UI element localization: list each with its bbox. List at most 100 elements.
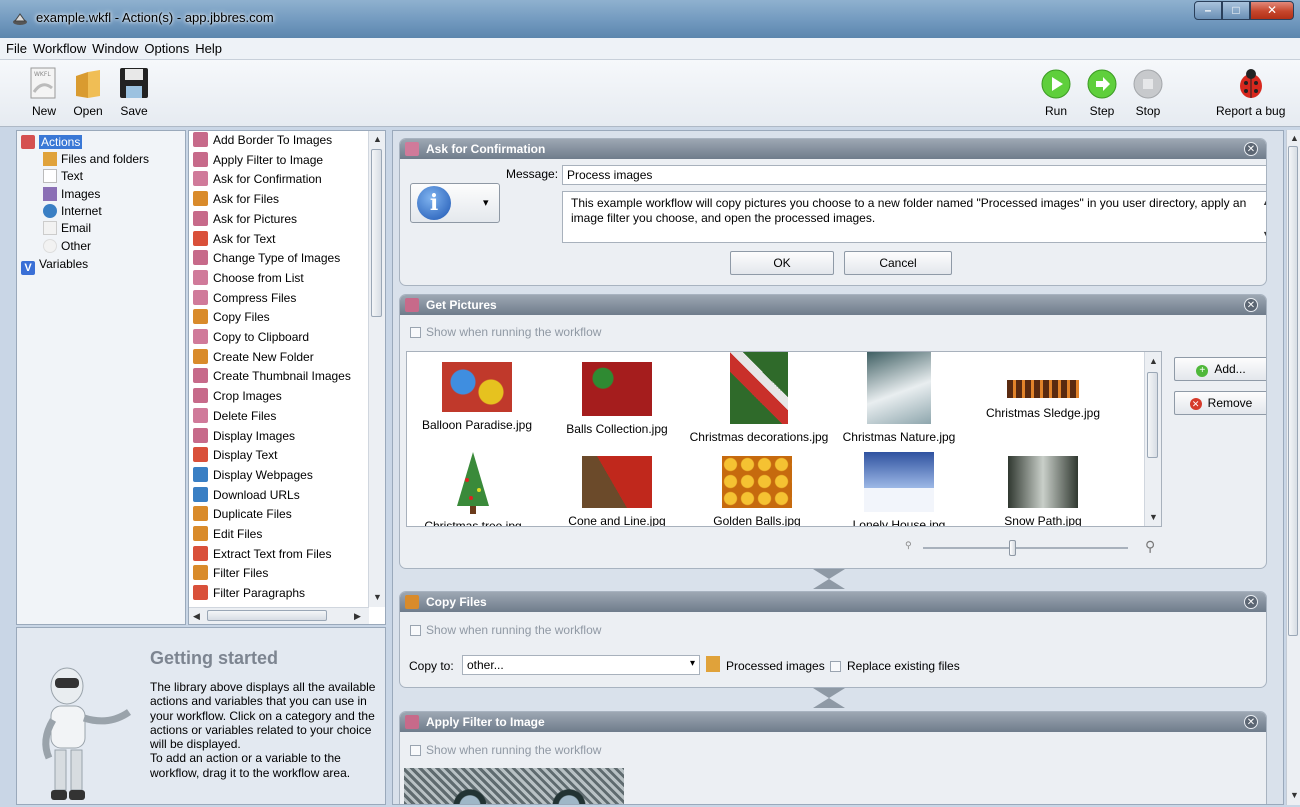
action-duplicate-files[interactable]: Duplicate Files [193,505,292,524]
picture-tile[interactable]: Balls Collection.jpg [557,362,677,436]
show-when-running-checkbox[interactable] [410,745,421,756]
picture-tile[interactable]: Christmas tree.jpg [423,450,523,526]
scroll-left-arrow-icon[interactable]: ◀ [193,611,200,622]
message-input[interactable]: Process images [562,165,1266,185]
actions-scroll-thumb[interactable] [371,149,382,317]
picture-tile[interactable]: Christmas Sledge.jpg [973,380,1113,420]
menu-options[interactable]: Options [144,41,189,56]
cancel-button[interactable]: Cancel [844,251,952,275]
open-button[interactable]: Open [72,66,104,118]
picture-tile[interactable]: Lonely House.jpg [839,452,959,526]
action-ask-for-confirmation[interactable]: Ask for Confirmation [193,170,322,189]
actions-vertical-scrollbar[interactable]: ▲ ▼ [368,131,385,607]
picture-tile[interactable]: Balloon Paradise.jpg [417,362,537,432]
category-internet[interactable]: Internet [43,203,102,220]
menu-workflow[interactable]: Workflow [33,41,86,56]
scroll-right-arrow-icon[interactable]: ▶ [354,611,361,622]
action-compress-files[interactable]: Compress Files [193,289,296,308]
message-body-textarea[interactable]: This example workflow will copy pictures… [562,191,1266,243]
stop-button[interactable]: Stop [1132,66,1164,118]
scroll-up-arrow-icon[interactable]: ▲ [1149,356,1158,366]
category-other[interactable]: Other [43,238,91,255]
remove-picture-button[interactable]: ✕ Remove [1174,391,1266,415]
workflow-scroll-thumb[interactable] [1288,146,1298,636]
scroll-up-arrow-icon[interactable]: ▲ [373,134,382,144]
minimize-button[interactable]: – [1194,1,1222,20]
run-label: Run [1044,104,1067,118]
workflow-vertical-scrollbar[interactable]: ▲ ▼ [1286,130,1300,805]
scroll-down-arrow-icon[interactable]: ▼ [373,592,382,602]
slider-thumb[interactable] [1009,540,1016,556]
other-icon [43,239,57,253]
action-extract-text-from-files[interactable]: Extract Text from Files [193,545,331,564]
textarea-scroll-up-icon[interactable]: ▲ [1262,197,1266,207]
card-header[interactable]: Copy Files ✕ [400,592,1266,612]
menu-help[interactable]: Help [195,41,222,56]
actions-horizontal-scrollbar[interactable]: ◀ ▶ [189,607,369,624]
action-download-urls[interactable]: Download URLs [193,486,300,505]
maximize-button[interactable]: □ [1222,1,1250,20]
action-filter-paragraphs[interactable]: Filter Paragraphs [193,584,305,603]
run-button[interactable]: Run [1040,66,1072,118]
show-when-running-checkbox[interactable] [410,625,421,636]
picture-tile[interactable]: Christmas Nature.jpg [839,352,959,444]
action-crop-images[interactable]: Crop Images [193,387,282,406]
action-add-border-to-images[interactable]: Add Border To Images [193,131,332,150]
card-header[interactable]: Apply Filter to Image ✕ [400,712,1266,732]
icon-picker-dropdown[interactable]: i ▾ [410,183,500,223]
menu-window[interactable]: Window [92,41,138,56]
action-change-type-of-images[interactable]: Change Type of Images [193,249,340,268]
thumbnail-size-slider[interactable]: ⚲ ⚲ [905,538,1165,556]
actions-hscroll-thumb[interactable] [207,610,327,621]
action-filter-files[interactable]: Filter Files [193,564,268,583]
textarea-scroll-down-icon[interactable]: ▼ [1262,229,1266,239]
action-ask-for-files[interactable]: Ask for Files [193,190,279,209]
remove-card-icon[interactable]: ✕ [1244,298,1258,312]
ok-button[interactable]: OK [730,251,834,275]
category-variables[interactable]: V Variables [21,256,88,275]
action-apply-filter-to-image[interactable]: Apply Filter to Image [193,151,323,170]
category-images[interactable]: Images [43,186,100,203]
window-title: example.wkfl - Action(s) - app.jbbres.co… [36,10,274,25]
action-display-text[interactable]: Display Text [193,446,277,465]
report-bug-button[interactable]: Report a bug [1216,66,1285,118]
action-ask-for-text[interactable]: Ask for Text [193,230,275,249]
remove-card-icon[interactable]: ✕ [1244,715,1258,729]
scroll-down-arrow-icon[interactable]: ▼ [1149,512,1158,522]
replace-existing-checkbox[interactable] [830,661,841,672]
category-actions[interactable]: Actions [21,134,83,151]
category-email[interactable]: Email [43,220,91,237]
remove-card-icon[interactable]: ✕ [1244,595,1258,609]
remove-card-icon[interactable]: ✕ [1244,142,1258,156]
menu-file[interactable]: File [6,41,27,56]
category-files-and-folders[interactable]: Files and folders [43,151,149,168]
action-create-new-folder[interactable]: Create New Folder [193,348,314,367]
save-button[interactable]: Save [118,66,150,118]
picture-tile[interactable]: Christmas decorations.jpg [689,352,829,444]
copy-to-select[interactable]: other... ▾ [462,655,700,675]
show-when-running-checkbox[interactable] [410,327,421,338]
picture-tile[interactable]: Cone and Line.jpg [557,456,677,526]
card-header[interactable]: Get Pictures ✕ [400,295,1266,315]
picture-tile[interactable]: Snow Path.jpg [983,456,1103,526]
action-edit-files[interactable]: Edit Files [193,525,262,544]
picture-tile[interactable]: Golden Balls.jpg [697,456,817,526]
action-ask-for-pictures[interactable]: Ask for Pictures [193,210,297,229]
pictures-vertical-scrollbar[interactable]: ▲ ▼ [1144,352,1161,526]
step-button[interactable]: Step [1086,66,1118,118]
action-copy-to-clipboard[interactable]: Copy to Clipboard [193,328,309,347]
card-header[interactable]: Ask for Confirmation ✕ [400,139,1266,159]
action-display-webpages[interactable]: Display Webpages [193,466,313,485]
category-text[interactable]: Text [43,168,83,185]
scroll-down-arrow-icon[interactable]: ▼ [1290,790,1299,800]
action-display-images[interactable]: Display Images [193,427,295,446]
action-delete-files[interactable]: Delete Files [193,407,276,426]
action-create-thumbnail-images[interactable]: Create Thumbnail Images [193,367,351,386]
new-button[interactable]: WKFL New [28,66,60,118]
action-choose-from-list[interactable]: Choose from List [193,269,304,288]
close-button[interactable]: ✕ [1250,1,1294,20]
add-picture-button[interactable]: + Add... [1174,357,1266,381]
scroll-up-arrow-icon[interactable]: ▲ [1290,133,1299,143]
action-copy-files[interactable]: Copy Files [193,308,270,327]
pictures-scroll-thumb[interactable] [1147,372,1158,458]
